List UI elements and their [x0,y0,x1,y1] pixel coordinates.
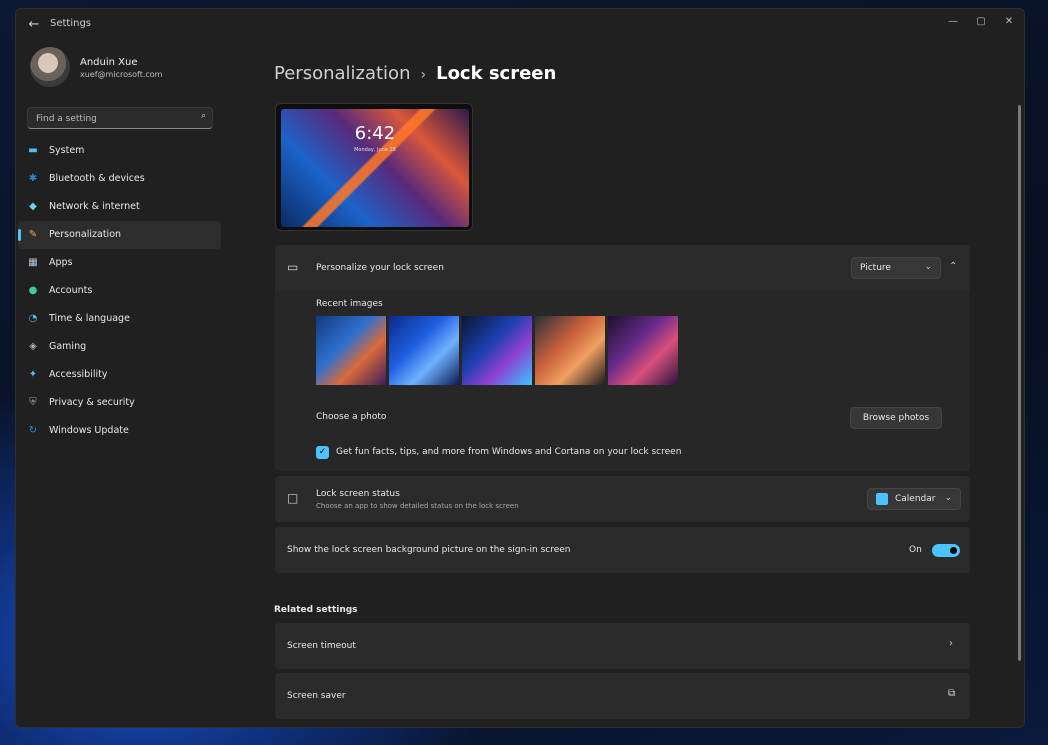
sidebar-item-system[interactable]: ▬ System [18,137,221,165]
personalize-dropdown-value: Picture [860,263,891,273]
breadcrumb-separator: › [420,67,427,83]
close-button[interactable]: ✕ [996,13,1022,31]
sidebar-item-label: Windows Update [49,425,129,436]
choose-photo-label: Choose a photo [316,412,387,422]
accessibility-icon: ✦ [28,369,38,380]
sidebar-item-apps[interactable]: ▦ Apps [18,249,221,277]
main-content: Personalization › Lock screen 6:42 Monday,… [274,41,974,721]
fun-facts-checkbox[interactable]: ✓ [316,446,329,459]
preview-wallpaper: 6:42 Monday, June 28 [281,109,469,227]
sidebar-item-accessibility[interactable]: ✦ Accessibility [18,361,221,389]
personalize-card: ▭ Personalize your lock screen Picture ⌄… [275,245,970,471]
fun-facts-label: Get fun facts, tips, and more from Windo… [336,447,682,457]
toggle-knob [950,547,957,554]
sidebar-item-label: Personalization [49,229,122,240]
recent-image-5[interactable] [608,316,678,385]
bluetooth-devices-icon: ✱ [28,173,38,184]
sidebar-nav: ▬ System ✱ Bluetooth & devices ◆ Network & in… [16,137,231,445]
sidebar-item-accounts[interactable]: ● Accounts [18,277,221,305]
breadcrumb-parent[interactable]: Personalization [274,63,410,84]
browse-photos-button[interactable]: Browse photos [850,407,942,429]
active-indicator [18,229,21,241]
sidebar-item-privacy-security[interactable]: ⛨ Privacy & security [18,389,221,417]
breadcrumb: Personalization › Lock screen [274,63,556,84]
recent-image-3[interactable] [462,316,532,385]
external-link-icon: ⧉ [948,688,956,699]
screen-timeout-label: Screen timeout [287,641,356,651]
calendar-icon [876,493,888,505]
sidebar-item-time-language[interactable]: ◔ Time & language [18,305,221,333]
accounts-icon: ● [28,285,38,296]
signin-toggle[interactable] [932,544,960,557]
gaming-icon: ◈ [29,341,37,352]
sidebar-item-label: Network & internet [49,201,140,212]
screen-saver-label: Screen saver [287,691,346,701]
avatar[interactable] [30,47,70,87]
sidebar-item-bluetooth-devices[interactable]: ✱ Bluetooth & devices [18,165,221,193]
status-dropdown[interactable]: Calendar ⌄ [867,488,961,510]
search-box: ⌕ [27,107,213,129]
sidebar-item-label: Gaming [49,341,87,352]
search-input[interactable] [34,111,188,127]
sidebar-item-label: Accessibility [49,369,108,380]
chevron-right-icon: › [949,638,953,649]
recent-image-2[interactable] [389,316,459,385]
user-name: Anduin Xue [80,57,138,68]
recent-image-4[interactable] [535,316,605,385]
windows-update-icon: ↻ [28,425,38,436]
lock-screen-status-card: □ Lock screen status Choose an app to sh… [275,476,970,522]
maximize-button[interactable]: ▢ [968,13,994,31]
minimize-button[interactable]: — [940,13,966,31]
status-subtitle: Choose an app to show detailed status on… [316,502,519,510]
personalization-icon: ✎ [28,229,38,240]
personalize-title: Personalize your lock screen [316,263,444,273]
chevron-down-icon: ⌄ [944,493,952,503]
settings-window: ← Settings — ▢ ✕ Anduin Xue xuef@microso… [15,8,1025,728]
toggle-state-label: On [909,545,922,555]
screen-timeout-row[interactable]: Screen timeout › [275,623,970,669]
sidebar-item-label: Accounts [49,285,93,296]
recent-image-1[interactable] [316,316,386,385]
scrollbar[interactable] [1018,105,1021,661]
signin-background-card: Show the lock screen background picture … [275,527,970,573]
lock-screen-icon: ▭ [287,260,299,274]
sidebar: Anduin Xue xuef@microsoft.com ⌕ ▬ System ✱… [16,41,231,721]
system-icon: ▬ [28,145,38,156]
recent-images-label: Recent images [316,299,383,309]
sidebar-item-label: Time & language [49,313,130,324]
app-title: Settings [50,18,92,29]
page-title: Lock screen [436,63,557,84]
status-dropdown-value: Calendar [895,494,936,504]
personalize-header[interactable]: ▭ Personalize your lock screen Picture ⌄… [275,245,970,292]
sidebar-item-gaming[interactable]: ◈ Gaming [18,333,221,361]
search-icon[interactable]: ⌕ [201,111,206,121]
title-bar: ← Settings — ▢ ✕ [16,9,1024,41]
sidebar-item-label: Apps [49,257,73,268]
privacy-security-icon: ⛨ [29,397,37,408]
screen-saver-row[interactable]: Screen saver ⧉ [275,673,970,719]
apps-icon: ▦ [28,257,38,268]
sidebar-item-personalization[interactable]: ✎ Personalization [18,221,221,249]
status-title: Lock screen status [316,489,400,499]
sidebar-item-label: Bluetooth & devices [49,173,145,184]
user-email: xuef@microsoft.com [80,70,163,79]
back-arrow-icon[interactable]: ← [24,15,44,35]
sidebar-item-network-internet[interactable]: ◆ Network & internet [18,193,221,221]
preview-time: 6:42 [354,123,396,144]
time-language-icon: ◔ [28,313,38,324]
related-settings-title: Related settings [274,605,358,615]
personalize-body: Recent images Choose a photo Browse phot… [275,291,970,471]
sidebar-item-label: Privacy & security [49,397,135,408]
lock-screen-preview: 6:42 Monday, June 28 [275,103,473,231]
personalize-dropdown[interactable]: Picture ⌄ [851,257,941,279]
chevron-up-icon[interactable]: ⌃ [949,261,957,272]
signin-label: Show the lock screen background picture … [287,545,571,555]
sidebar-item-label: System [49,145,85,156]
chevron-down-icon: ⌄ [924,262,932,272]
network-internet-icon: ◆ [29,201,37,212]
preview-date: Monday, June 28 [354,147,396,153]
status-app-icon: □ [287,491,299,505]
sidebar-item-windows-update[interactable]: ↻ Windows Update [18,417,221,445]
